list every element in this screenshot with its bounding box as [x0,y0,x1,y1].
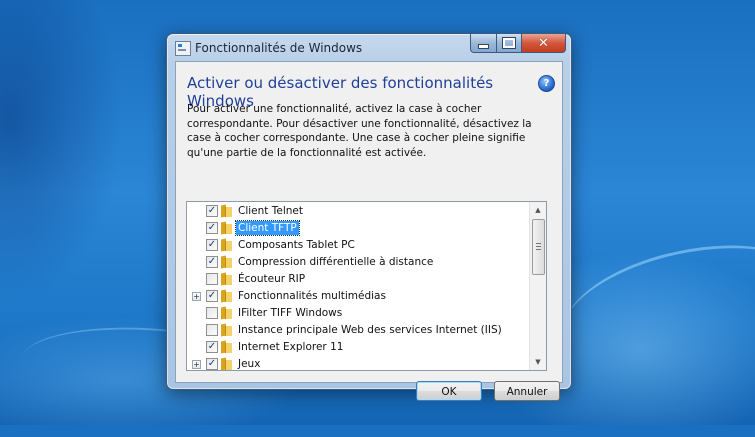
feature-checkbox[interactable] [206,307,218,319]
feature-row[interactable]: + ✓ Jeux [187,356,539,370]
expand-icon[interactable]: + [192,292,201,301]
dialog-client-area: Activer ou désactiver des fonctionnalité… [175,61,563,401]
ok-button[interactable]: OK [416,381,482,401]
folder-icon [220,239,232,251]
scroll-grip-icon [536,243,541,244]
scroll-down-arrow-icon[interactable]: ▼ [532,355,544,369]
folder-icon [220,324,232,336]
maximize-button[interactable] [497,34,522,53]
feature-label[interactable]: Composants Tablet PC [236,238,357,252]
folder-icon [220,205,232,217]
folder-icon [220,290,232,302]
minimize-button[interactable] [470,34,497,53]
feature-label[interactable]: Compression différentielle à distance [236,255,435,269]
folder-icon [220,256,232,268]
close-button[interactable]: ✕ [522,34,566,53]
window-title: Fonctionnalités de Windows [195,41,363,55]
scroll-grip-icon [536,249,541,250]
feature-row[interactable]: ✓ Compression différentielle à distance [187,254,539,270]
expand-icon[interactable]: + [192,360,201,369]
feature-label[interactable]: Internet Explorer 11 [236,340,345,354]
feature-label[interactable]: Instance principale Web des services Int… [236,323,504,337]
feature-checkbox[interactable] [206,273,218,285]
window-app-icon [175,41,191,56]
scroll-up-arrow-icon[interactable]: ▲ [532,203,544,217]
folder-icon [220,358,232,370]
feature-row[interactable]: ✓ Composants Tablet PC [187,237,539,253]
folder-icon [220,273,232,285]
minimize-icon [478,44,489,49]
feature-row[interactable]: ✓ Client TFTP [187,220,539,236]
folder-icon [220,222,232,234]
feature-label[interactable]: IFilter TIFF Windows [236,306,344,320]
feature-label[interactable]: Jeux [236,357,262,370]
help-icon[interactable]: ? [538,75,555,92]
features-tree[interactable]: ✓ Client Telnet ✓ Client TFTP ✓ Composants Ta… [186,201,547,371]
caption-buttons: ✕ [470,34,566,53]
dialog-description: Pour activer une fonctionnalité, activez… [187,103,532,159]
feature-checkbox[interactable]: ✓ [206,222,218,234]
feature-checkbox[interactable]: ✓ [206,205,218,217]
scroll-thumb[interactable] [532,219,545,275]
close-icon: ✕ [538,35,549,51]
feature-label[interactable]: Fonctionnalités multimédias [236,289,388,303]
cancel-button[interactable]: Annuler [494,381,560,401]
feature-label[interactable]: Client Telnet [236,204,305,218]
feature-label[interactable]: Écouteur RIP [236,272,307,286]
feature-checkbox[interactable]: ✓ [206,256,218,268]
feature-row[interactable]: ✓ Internet Explorer 11 [187,339,539,355]
feature-checkbox[interactable] [206,324,218,336]
folder-icon [220,307,232,319]
maximize-icon [502,37,516,49]
feature-label[interactable]: Client TFTP [235,220,300,236]
scroll-grip-icon [536,246,541,247]
feature-row[interactable]: + ✓ Fonctionnalités multimédias [187,288,539,304]
feature-row[interactable]: Instance principale Web des services Int… [187,322,539,338]
windows-features-dialog: Fonctionnalités de Windows ✕ Activer ou … [166,33,572,401]
feature-row[interactable]: ✓ Client Telnet [187,203,539,219]
feature-row[interactable]: Écouteur RIP [187,271,539,287]
feature-checkbox[interactable]: ✓ [206,358,218,370]
feature-row[interactable]: IFilter TIFF Windows [187,305,539,321]
feature-checkbox[interactable]: ✓ [206,239,218,251]
folder-icon [220,341,232,353]
vertical-scrollbar[interactable]: ▲ ▼ [529,202,546,370]
feature-checkbox[interactable]: ✓ [206,290,218,302]
feature-checkbox[interactable]: ✓ [206,341,218,353]
